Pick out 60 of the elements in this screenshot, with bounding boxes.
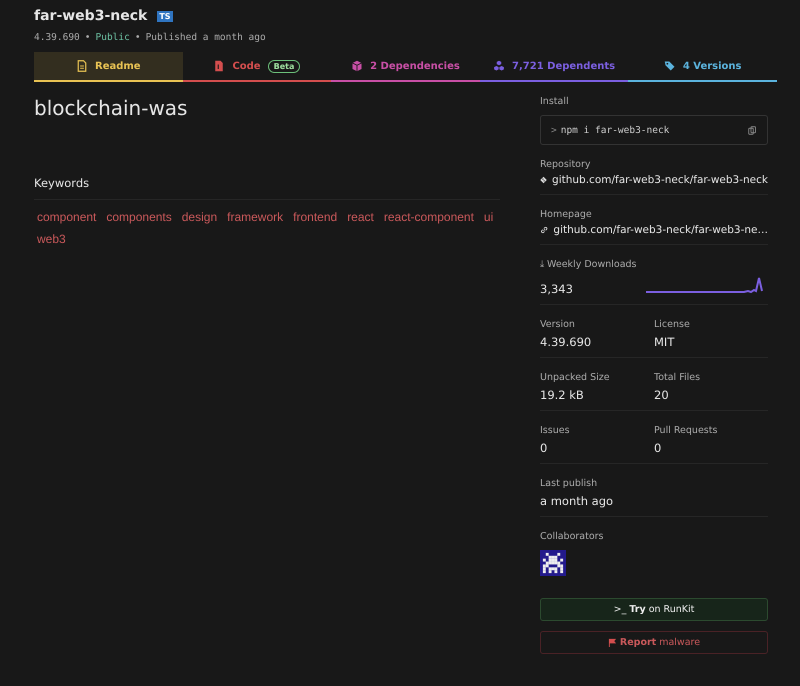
- download-icon: ⤓: [540, 259, 544, 270]
- typescript-badge: TS: [157, 10, 173, 22]
- tab[interactable]: Code Beta: [182, 52, 332, 82]
- weekly-downloads-count: 3,343: [540, 282, 573, 296]
- stat-label: Unpacked Size: [540, 372, 611, 383]
- git-diamond-icon: [540, 175, 548, 185]
- last-publish-label: Last publish: [540, 478, 598, 489]
- tab[interactable]: Readme: [34, 52, 183, 82]
- avatar[interactable]: [540, 550, 566, 576]
- install-command-box[interactable]: > npm i far-web3-neck: [540, 115, 768, 145]
- keyword-link[interactable]: react-component: [384, 210, 474, 224]
- homepage-label: Homepage: [540, 209, 593, 220]
- stat-label: Pull Requests: [654, 425, 718, 436]
- stat-value: 20: [654, 388, 670, 402]
- tag-icon: [664, 60, 676, 72]
- last-publish-value: a month ago: [540, 494, 614, 508]
- visibility-text: Public: [96, 32, 130, 43]
- cubes-icon: [493, 60, 506, 72]
- report-malware-button[interactable]: Report malware: [540, 631, 768, 654]
- tab[interactable]: 2 Dependencies: [331, 52, 480, 82]
- keyword-link[interactable]: design: [182, 210, 218, 224]
- keyword-link[interactable]: web3: [37, 232, 66, 246]
- separator-dot: •: [134, 32, 141, 43]
- package-name: far-web3-neck: [34, 8, 148, 24]
- file-code-icon: [213, 60, 226, 72]
- keyword-link[interactable]: react: [347, 210, 374, 224]
- keyword-link[interactable]: components: [106, 210, 172, 224]
- weekly-downloads-label: Weekly Downloads: [547, 259, 637, 270]
- stat-label: Issues: [540, 425, 571, 436]
- link-icon: [540, 225, 548, 235]
- stat-label: Total Files: [654, 372, 702, 383]
- separator-dot: •: [84, 32, 90, 43]
- homepage-link[interactable]: github.com/far-web3-neck/far-web3-ne…: [553, 224, 768, 236]
- keyword-link[interactable]: ui: [484, 210, 494, 224]
- stat-value: 19.2 kB: [540, 388, 585, 402]
- keywords-title: Keywords: [34, 176, 500, 200]
- stat-value: 0: [540, 441, 548, 455]
- readme-heading: blockchain-was: [34, 96, 188, 120]
- published-text: Published a month ago: [146, 32, 266, 43]
- cube-icon: [351, 60, 364, 72]
- tab[interactable]: 7,721 Dependents: [480, 52, 628, 82]
- copy-icon[interactable]: [748, 126, 757, 134]
- flag-icon: [608, 638, 617, 647]
- repository-label: Repository: [540, 159, 592, 170]
- stat-value: 0: [654, 441, 662, 455]
- keyword-link[interactable]: component: [37, 210, 96, 224]
- stat-value: 4.39.690: [540, 335, 592, 349]
- tab[interactable]: 4 Versions: [628, 52, 777, 82]
- repository-link[interactable]: github.com/far-web3-neck/far-web3-neck: [552, 174, 768, 186]
- collaborators-label: Collaborators: [540, 531, 605, 542]
- install-label: Install: [540, 96, 570, 107]
- stat-label: Version: [540, 319, 576, 330]
- runkit-button[interactable]: >_ Try on RunKit: [540, 598, 768, 621]
- stat-value: MIT: [654, 335, 676, 349]
- stat-label: License: [654, 319, 691, 330]
- document-icon: [76, 60, 88, 72]
- keyword-link[interactable]: frontend: [293, 210, 338, 224]
- keyword-link[interactable]: framework: [227, 210, 284, 224]
- beta-badge: Beta: [268, 60, 300, 72]
- version-text: 4.39.690: [34, 32, 80, 43]
